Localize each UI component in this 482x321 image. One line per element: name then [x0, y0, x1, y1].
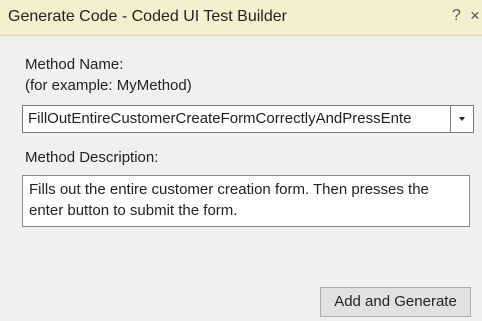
method-name-label: Method Name:	[25, 56, 124, 73]
method-name-input[interactable]: FillOutEntireCustomerCreateFormCorrectly…	[28, 110, 448, 127]
generate-code-dialog: Generate Code - Coded UI Test Builder ? …	[0, 0, 482, 321]
chevron-down-icon[interactable]	[451, 106, 473, 132]
close-icon[interactable]: ×	[470, 6, 480, 26]
method-name-combobox[interactable]: FillOutEntireCustomerCreateFormCorrectly…	[22, 105, 474, 133]
window-title: Generate Code - Coded UI Test Builder	[8, 8, 287, 25]
help-icon[interactable]: ?	[452, 7, 461, 25]
add-and-generate-button[interactable]: Add and Generate	[320, 287, 471, 317]
title-bar: Generate Code - Coded UI Test Builder ? …	[0, 0, 482, 36]
dialog-content: Method Name: (for example: MyMethod) Fil…	[0, 36, 482, 321]
method-description-textarea[interactable]: Fills out the entire customer creation f…	[22, 175, 470, 227]
method-description-label: Method Description:	[25, 149, 159, 166]
method-name-hint: (for example: MyMethod)	[25, 77, 192, 94]
